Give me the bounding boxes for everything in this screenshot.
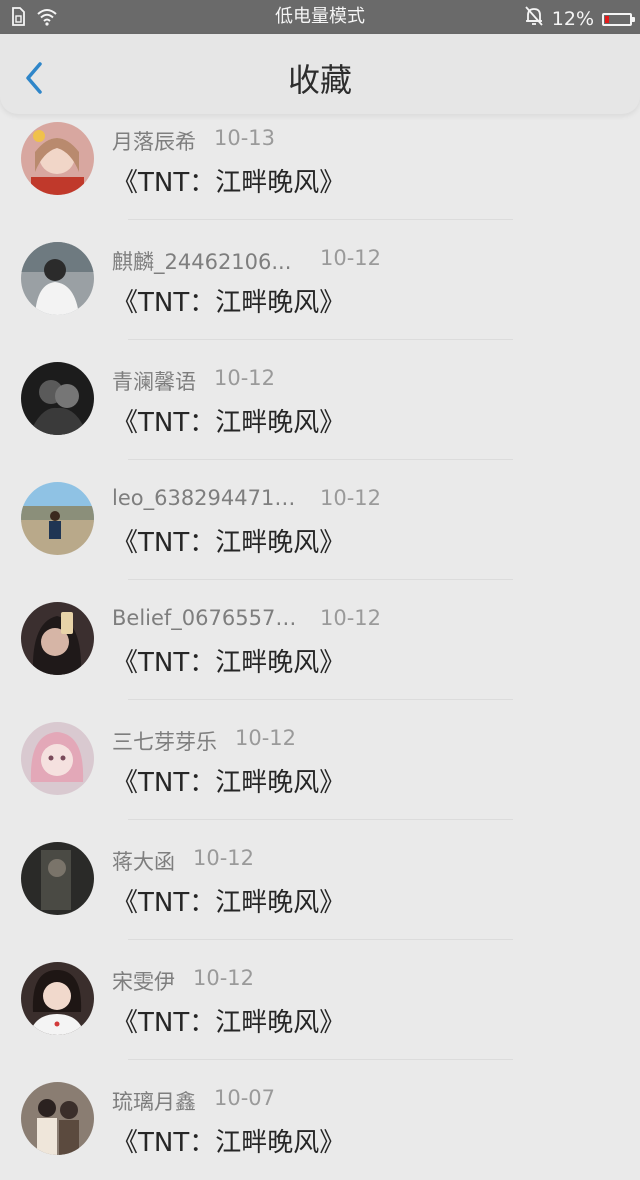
item-meta: 琉璃月鑫 10-07 <box>112 1086 275 1116</box>
status-right: 12% <box>524 5 635 33</box>
item-meta: 青澜馨语 10-12 <box>112 366 275 396</box>
item-title[interactable]: 《TNT：江畔晚风》 <box>112 402 345 439</box>
date: 10-12 <box>193 846 255 870</box>
avatar[interactable] <box>21 722 94 795</box>
item-title[interactable]: 《TNT：江畔晚风》 <box>112 762 345 799</box>
bell-muted-icon <box>524 5 544 33</box>
list-item[interactable]: Belief_06765577... 10-12 《TNT：江畔晚风》 <box>0 580 640 700</box>
username[interactable]: 青澜馨语 <box>112 366 196 396</box>
username[interactable]: 蒋大函 <box>112 846 175 876</box>
item-title[interactable]: 《TNT：江畔晚风》 <box>112 282 345 319</box>
username[interactable]: 琉璃月鑫 <box>112 1086 196 1116</box>
item-title[interactable]: 《TNT：江畔晚风》 <box>112 1122 345 1159</box>
date: 10-12 <box>320 486 382 510</box>
item-title[interactable]: 《TNT：江畔晚风》 <box>112 522 345 559</box>
date: 10-07 <box>214 1086 276 1110</box>
date: 10-12 <box>214 366 276 390</box>
battery-icon <box>602 12 635 26</box>
item-title[interactable]: 《TNT：江畔晚风》 <box>112 162 345 199</box>
list-item[interactable]: 蒋大函 10-12 《TNT：江畔晚风》 <box>0 820 640 940</box>
date: 10-13 <box>214 126 276 150</box>
list-item[interactable]: 麒麟_24462106... 10-12 《TNT：江畔晚风》 <box>0 220 640 340</box>
username[interactable]: 月落辰希 <box>112 126 196 156</box>
favorites-list: 月落辰希 10-13 《TNT：江畔晚风》 麒麟_24462106... 10-12… <box>0 100 640 1180</box>
battery-percent: 12% <box>551 8 594 30</box>
username[interactable]: Belief_06765577... <box>112 606 302 630</box>
date: 10-12 <box>320 246 382 270</box>
item-meta: 三七芽芽乐 10-12 <box>112 726 296 756</box>
item-title[interactable]: 《TNT：江畔晚风》 <box>112 1002 345 1039</box>
list-item[interactable]: 月落辰希 10-13 《TNT：江畔晚风》 <box>0 100 640 220</box>
avatar[interactable] <box>21 842 94 915</box>
list-item[interactable]: 三七芽芽乐 10-12 《TNT：江畔晚风》 <box>0 700 640 820</box>
username[interactable]: leo_6382944719... <box>112 486 302 510</box>
avatar[interactable] <box>21 362 94 435</box>
item-meta: 宋雯伊 10-12 <box>112 966 254 996</box>
item-meta: Belief_06765577... 10-12 <box>112 606 381 636</box>
item-meta: 蒋大函 10-12 <box>112 846 254 876</box>
item-title[interactable]: 《TNT：江畔晚风》 <box>112 642 345 679</box>
item-meta: leo_6382944719... 10-12 <box>112 486 381 516</box>
avatar[interactable] <box>21 122 94 195</box>
item-title[interactable]: 《TNT：江畔晚风》 <box>112 882 345 919</box>
nav-bar: 收藏 <box>0 34 640 114</box>
list-item[interactable]: 宋雯伊 10-12 《TNT：江畔晚风》 <box>0 940 640 1060</box>
avatar[interactable] <box>21 962 94 1035</box>
date: 10-12 <box>320 606 382 630</box>
avatar[interactable] <box>21 1082 94 1155</box>
username[interactable]: 宋雯伊 <box>112 966 175 996</box>
page-title: 收藏 <box>287 61 352 99</box>
item-meta: 月落辰希 10-13 <box>112 126 275 156</box>
list-item[interactable]: leo_6382944719... 10-12 《TNT：江畔晚风》 <box>0 460 640 580</box>
date: 10-12 <box>235 726 297 750</box>
list-item[interactable]: 青澜馨语 10-12 《TNT：江畔晚风》 <box>0 340 640 460</box>
avatar[interactable] <box>21 242 94 315</box>
status-bar: 低电量模式 12% <box>0 0 640 34</box>
list-item[interactable]: 琉璃月鑫 10-07 《TNT：江畔晚风》 <box>0 1060 640 1180</box>
item-meta: 麒麟_24462106... 10-12 <box>112 246 381 276</box>
username[interactable]: 三七芽芽乐 <box>112 726 217 756</box>
username[interactable]: 麒麟_24462106... <box>112 246 302 276</box>
avatar[interactable] <box>21 602 94 675</box>
battery-level <box>605 15 609 23</box>
avatar[interactable] <box>21 482 94 555</box>
date: 10-12 <box>193 966 255 990</box>
